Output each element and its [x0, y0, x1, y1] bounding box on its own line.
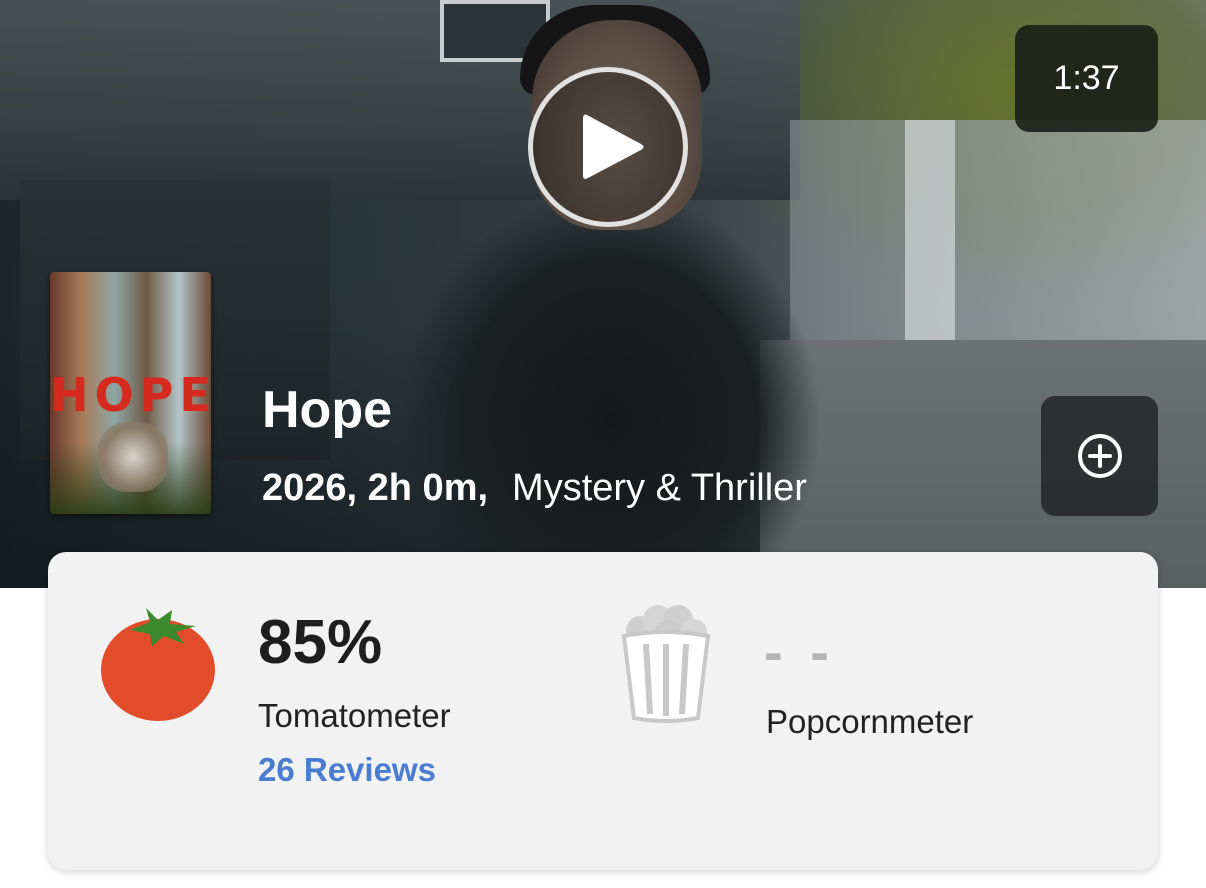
movie-year-runtime: 2026, 2h 0m, — [262, 467, 489, 509]
popcornmeter-score: - - — [764, 620, 835, 683]
background-pillar — [905, 120, 955, 360]
play-trailer-button[interactable] — [528, 67, 688, 227]
trailer-person-figure — [400, 200, 820, 588]
movie-poster[interactable]: HOPE — [50, 272, 211, 514]
popcorn-bucket-icon — [621, 605, 711, 723]
add-to-watchlist-button[interactable] — [1041, 396, 1158, 516]
poster-title-text: HOPE — [50, 368, 211, 422]
tomatometer-label: Tomatometer — [258, 697, 451, 734]
movie-meta: 2026, 2h 0m, Mystery & Thriller — [262, 464, 807, 512]
video-duration-badge: 1:37 — [1015, 25, 1158, 132]
plus-circle-icon — [1077, 434, 1122, 478]
poster-figure — [98, 422, 168, 492]
movie-genre: Mystery & Thriller — [512, 467, 807, 509]
tomatometer-score: 85% — [258, 608, 383, 677]
scores-card: 85% Tomatometer 26 Reviews - - Popcornme… — [48, 552, 1158, 870]
movie-title: Hope — [262, 381, 392, 439]
reviews-count-link[interactable]: 26 Reviews — [258, 750, 436, 790]
trailer-hero[interactable]: 1:37 HOPE Hope 2026, 2h 0m, Mystery & Thr… — [0, 0, 1206, 588]
tomato-icon — [101, 608, 215, 721]
play-icon — [583, 114, 644, 179]
popcornmeter-label: Popcornmeter — [766, 703, 974, 740]
